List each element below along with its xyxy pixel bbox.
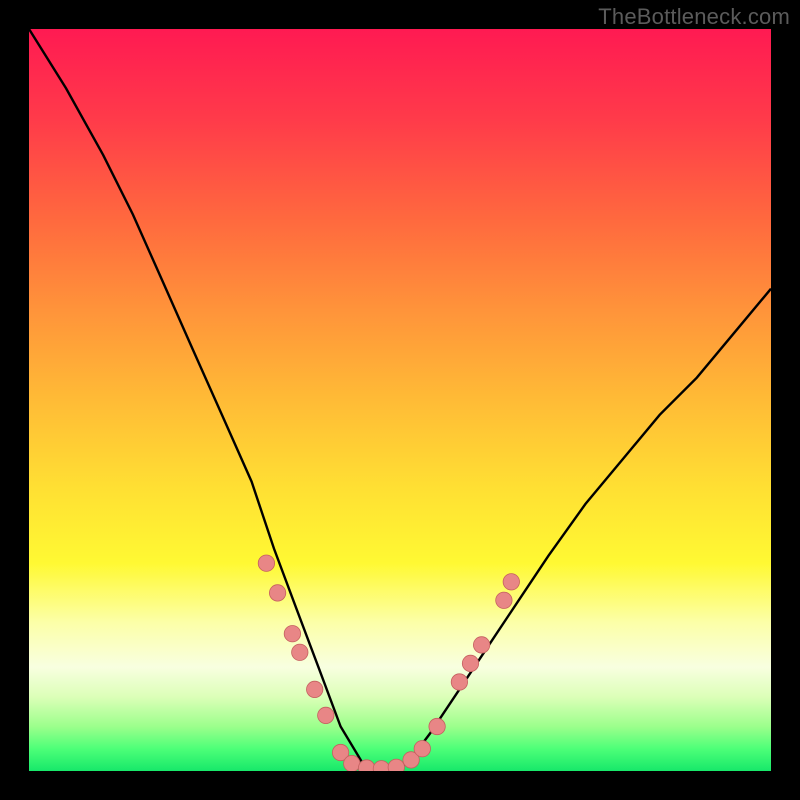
marker-dot	[284, 626, 300, 642]
marker-dot	[473, 637, 489, 653]
marker-dot	[496, 592, 512, 608]
marker-dots	[258, 555, 519, 771]
marker-dot	[258, 555, 274, 571]
bottleneck-curve	[29, 29, 771, 771]
marker-dot	[414, 741, 430, 757]
marker-dot	[462, 655, 478, 671]
marker-dot	[503, 574, 519, 590]
marker-dot	[344, 755, 360, 771]
marker-dot	[373, 761, 389, 771]
plot-area	[29, 29, 771, 771]
marker-dot	[307, 681, 323, 697]
chart-svg	[29, 29, 771, 771]
marker-dot	[318, 707, 334, 723]
marker-dot	[292, 644, 308, 660]
marker-dot	[269, 585, 285, 601]
marker-dot	[429, 718, 445, 734]
watermark-text: TheBottleneck.com	[598, 4, 790, 30]
marker-dot	[451, 674, 467, 690]
marker-dot	[388, 759, 404, 771]
